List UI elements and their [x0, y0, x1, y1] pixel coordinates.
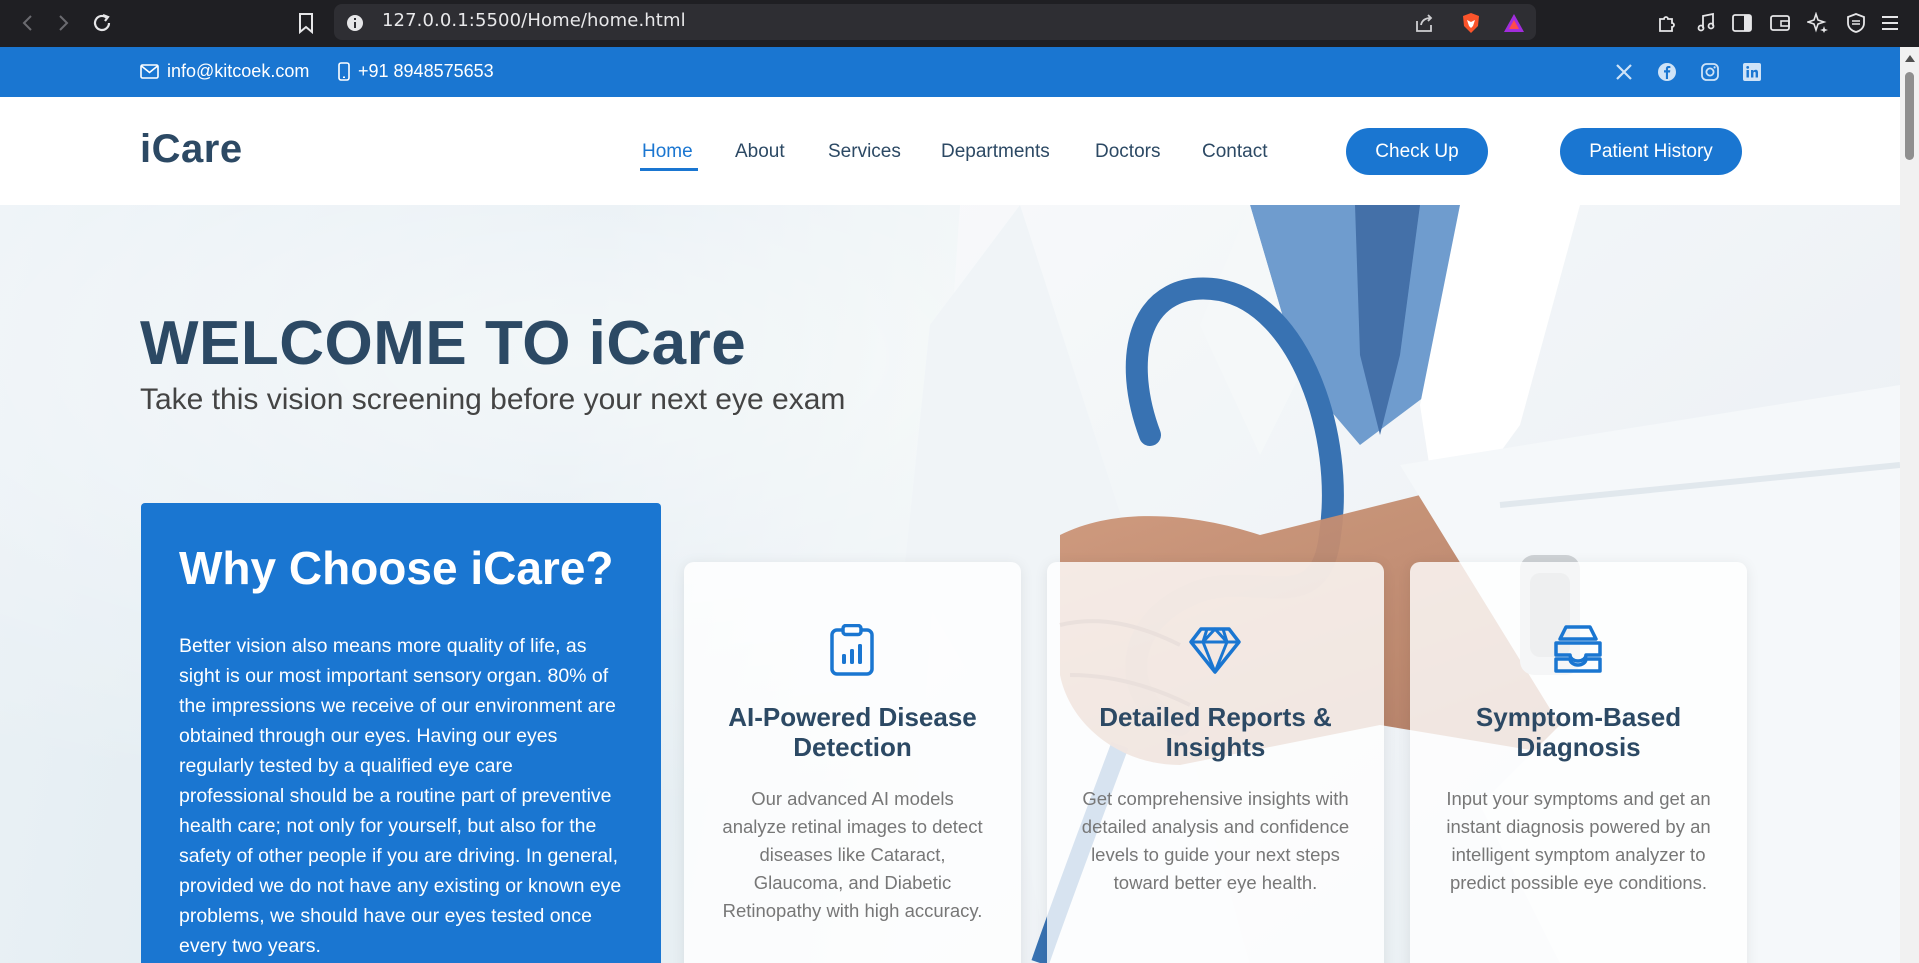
reload-icon[interactable]	[89, 10, 115, 36]
brave-rewards-icon[interactable]	[1501, 10, 1527, 36]
menu-icon[interactable]	[1877, 10, 1903, 36]
bookmark-icon[interactable]	[293, 10, 319, 36]
x-twitter-icon[interactable]	[1611, 59, 1637, 85]
brave-shields-icon[interactable]	[1458, 10, 1484, 36]
nav-departments[interactable]: Departments	[941, 141, 1050, 163]
checkup-button[interactable]: Check Up	[1346, 128, 1488, 175]
feature-title: Symptom-Based Diagnosis	[1475, 702, 1682, 762]
feature-text: Input your symptoms and get an instant d…	[1446, 788, 1711, 893]
email-contact[interactable]: info@kitcoek.com	[140, 61, 309, 82]
facebook-icon[interactable]	[1654, 59, 1680, 85]
nav-about[interactable]: About	[735, 141, 785, 163]
site-header: iCare Home About Services Departments Do…	[0, 97, 1900, 205]
hero-section: WELCOME TO iCare Take this vision screen…	[0, 205, 1900, 963]
nav-contact[interactable]: Contact	[1202, 141, 1267, 163]
feature-title: AI-Powered Disease Detection	[728, 702, 977, 762]
feature-title: Detailed Reports & Insights	[1099, 702, 1332, 762]
top-bar: info@kitcoek.com +91 8948575653	[0, 47, 1900, 97]
patient-history-button[interactable]: Patient History	[1560, 128, 1742, 175]
site-logo[interactable]: iCare	[140, 127, 243, 172]
scroll-up-icon[interactable]	[1905, 55, 1915, 62]
url-text[interactable]: 127.0.0.1:5500/Home/home.html	[382, 10, 686, 31]
nav-home[interactable]: Home	[642, 141, 693, 163]
phone-icon	[338, 62, 350, 81]
site-info-icon[interactable]	[342, 10, 368, 36]
browser-toolbar: 127.0.0.1:5500/Home/home.html	[0, 0, 1919, 47]
feature-card-ai-detection[interactable]: AI-Powered Disease Detection Our advance…	[684, 562, 1021, 963]
instagram-icon[interactable]	[1697, 59, 1723, 85]
feature-text: Get comprehensive insights with detailed…	[1081, 788, 1350, 893]
hero-title: WELCOME TO iCare	[140, 309, 747, 378]
email-text[interactable]: info@kitcoek.com	[167, 61, 309, 82]
why-choose-text: Better vision also means more quality of…	[179, 635, 622, 957]
media-icon[interactable]	[1693, 10, 1719, 36]
share-icon[interactable]	[1411, 10, 1437, 36]
inbox-icon	[1548, 620, 1608, 680]
feature-card-symptoms[interactable]: Symptom-Based Diagnosis Input your sympt…	[1410, 562, 1747, 963]
phone-text[interactable]: +91 8948575653	[358, 61, 494, 82]
sidebar-icon[interactable]	[1729, 10, 1755, 36]
nav-doctors[interactable]: Doctors	[1095, 141, 1160, 163]
hero-subtitle: Take this vision screening before your n…	[140, 383, 846, 416]
nav-services[interactable]: Services	[828, 141, 901, 163]
page-scrollbar[interactable]	[1900, 47, 1919, 963]
why-choose-panel: Why Choose iCare? Better vision also mea…	[141, 503, 661, 963]
vpn-icon[interactable]	[1843, 10, 1869, 36]
wallet-icon[interactable]	[1767, 10, 1793, 36]
feature-text: Our advanced AI models analyze retinal i…	[722, 788, 983, 921]
leo-ai-icon[interactable]	[1805, 10, 1831, 36]
phone-contact[interactable]: +91 8948575653	[338, 61, 494, 82]
feature-card-reports[interactable]: Detailed Reports & Insights Get comprehe…	[1047, 562, 1384, 963]
gem-icon	[1185, 620, 1245, 680]
envelope-icon	[140, 64, 159, 79]
forward-icon[interactable]	[51, 10, 77, 36]
why-choose-title: Why Choose iCare?	[179, 542, 614, 594]
active-nav-underline	[640, 168, 698, 171]
back-icon[interactable]	[14, 10, 40, 36]
clipboard-chart-icon	[822, 620, 882, 680]
linkedin-icon[interactable]	[1739, 59, 1765, 85]
extensions-icon[interactable]	[1654, 10, 1680, 36]
scrollbar-thumb[interactable]	[1905, 72, 1914, 160]
